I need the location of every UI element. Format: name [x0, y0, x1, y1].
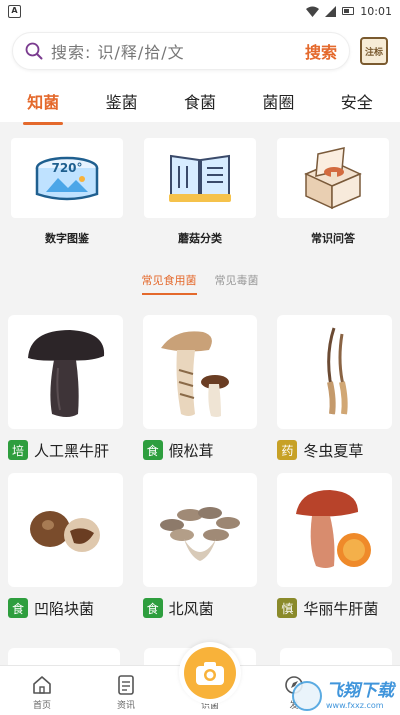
mushroom-card-maitake[interactable]: 食 北风菌	[142, 473, 258, 619]
maitake-illustration	[159, 507, 240, 561]
mushroom-card-cordyceps[interactable]: 药 冬虫夏草	[277, 315, 392, 461]
black-bolete-illustration	[28, 330, 105, 417]
search-button[interactable]: 搜索	[305, 39, 337, 63]
mushroom-image	[142, 315, 258, 429]
mushroom-label: 药 冬虫夏草	[277, 439, 392, 461]
mushroom-name: 凹陷块菌	[34, 599, 95, 618]
cordyceps-illustration	[326, 327, 348, 415]
mushroom-image	[8, 473, 123, 587]
category-badge: 食	[142, 440, 163, 460]
mushroom-name: 假松茸	[168, 441, 214, 460]
watermark-logo-icon	[292, 681, 322, 711]
mushroom-label: 慎 华丽牛肝菌	[277, 597, 392, 619]
category-badge: 慎	[277, 598, 298, 618]
tab-junquan[interactable]: 菌圈	[256, 83, 300, 119]
camera-button[interactable]	[179, 642, 241, 704]
search-icon	[25, 42, 43, 60]
category-badge: 培	[8, 440, 28, 460]
mushroom-image	[8, 315, 123, 429]
app-notification-icon: A	[8, 4, 21, 18]
mushroom-name: 北风菌	[168, 599, 214, 618]
feature-digital-atlas[interactable]: 720° 数字图鉴	[8, 138, 126, 246]
mushroom-label: 食 北风菌	[142, 597, 258, 619]
mushroom-card-gorgeous-bolete[interactable]: 慎 华丽牛肝菌	[277, 473, 392, 619]
mushroom-name: 人工黑牛肝	[34, 441, 110, 460]
tab-anquan[interactable]: 安全	[335, 83, 379, 119]
mushroom-label: 食 凹陷块菌	[8, 597, 123, 619]
feature-label: 常识问答	[311, 232, 355, 245]
status-bar: A 10:01	[0, 0, 400, 22]
panorama-720-icon: 720°	[35, 156, 99, 201]
feature-knowledge-qa[interactable]: 常识问答	[274, 138, 392, 246]
mushroom-image	[277, 473, 392, 587]
truffle-illustration	[30, 511, 101, 552]
mushroom-card-truffle[interactable]: 食 凹陷块菌	[8, 473, 123, 619]
watermark-title: 飞翔下载	[326, 680, 394, 701]
wifi-icon	[306, 6, 320, 17]
feature-card: 720°	[11, 138, 123, 218]
search-bar-row: 搜索: 识/释/拾/文 搜索 注标	[0, 22, 400, 80]
mushroom-image	[142, 473, 258, 587]
search-input[interactable]: 搜索: 识/释/拾/文 搜索	[12, 32, 350, 70]
tab-shijun[interactable]: 食菌	[178, 83, 222, 119]
nav-news[interactable]: 资讯	[96, 674, 156, 711]
tab-zhijun[interactable]: 知菌	[21, 83, 65, 125]
category-badge: 食	[8, 598, 28, 618]
clock: 10:01	[360, 4, 392, 18]
feature-label: 蘑菇分类	[178, 232, 222, 245]
category-subtabs: 常见食用菌 常见毒菌	[0, 272, 400, 295]
home-icon	[33, 676, 51, 694]
category-badge: 药	[277, 440, 298, 460]
mushroom-label: 食 假松茸	[142, 439, 258, 461]
signal-icon	[325, 5, 337, 17]
mushroom-name: 华丽牛肝菌	[303, 599, 379, 618]
feature-mushroom-classification[interactable]: 蘑菇分类	[141, 138, 259, 246]
gorgeous-bolete-illustration	[295, 490, 371, 568]
watermark-text: 飞翔下载 www.fxxz.com	[326, 680, 394, 710]
mushroom-grid: 培 人工黑牛肝 食 假松茸 药 冬虫夏草 食 凹陷块菌 食 北风菌 慎 华丽牛肝…	[0, 295, 400, 619]
subtab-poisonous[interactable]: 常见毒菌	[215, 272, 259, 295]
mushroom-card-black-bolete[interactable]: 培 人工黑牛肝	[8, 315, 123, 461]
main-tabs: 知菌 鉴菌 食菌 菌圈 安全	[0, 80, 400, 125]
register-button[interactable]: 注标	[360, 37, 388, 65]
feature-card	[277, 138, 389, 218]
document-icon	[118, 675, 134, 695]
menu-book-icon	[169, 154, 231, 202]
watermark: 飞翔下载 www.fxxz.com	[292, 681, 394, 711]
feature-section: 720° 数字图鉴 蘑菇分类 常识问答	[0, 122, 400, 252]
battery-icon	[342, 7, 355, 15]
search-placeholder: 搜索: 识/释/拾/文	[51, 43, 185, 62]
camera-button-inner	[184, 647, 236, 699]
subtab-edible[interactable]: 常见食用菌	[141, 272, 197, 295]
category-badge: 食	[142, 598, 163, 618]
mushroom-box-icon	[304, 147, 362, 210]
mushroom-label: 培 人工黑牛肝	[8, 439, 123, 461]
feature-card	[144, 138, 256, 218]
panorama-label: 720°	[51, 161, 82, 175]
tab-jianjun[interactable]: 鉴菌	[100, 83, 144, 119]
nav-label: 首页	[32, 701, 51, 711]
watermark-url: www.fxxz.com	[326, 700, 384, 710]
mushroom-name: 冬虫夏草	[303, 441, 364, 460]
mushroom-image	[277, 315, 392, 429]
nav-label: 资讯	[116, 701, 135, 711]
mushroom-card-false-matsutake[interactable]: 食 假松茸	[142, 315, 258, 461]
false-matsutake-illustration	[160, 331, 229, 417]
nav-home[interactable]: 首页	[12, 674, 72, 711]
camera-icon	[196, 662, 224, 685]
nav-identify[interactable]: 识菌	[179, 642, 241, 711]
feature-label: 数字图鉴	[45, 232, 89, 245]
